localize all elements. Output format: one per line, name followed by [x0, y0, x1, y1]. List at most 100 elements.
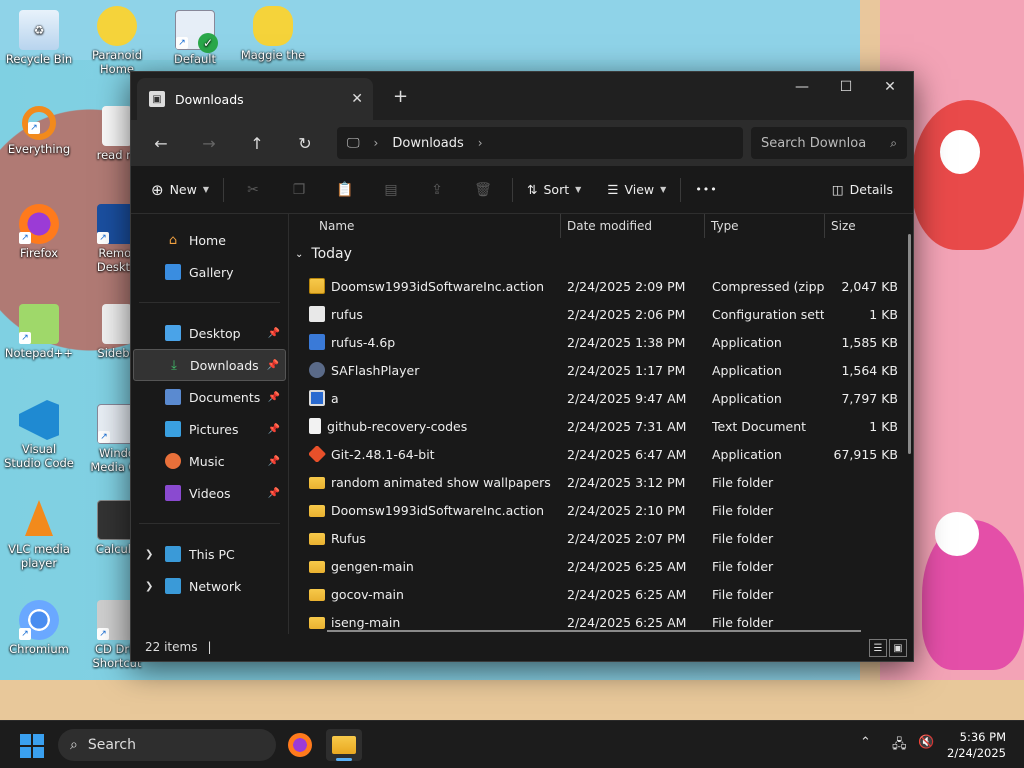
new-tab-button[interactable]: +: [393, 86, 408, 107]
config-file-icon: [309, 306, 325, 322]
view-button[interactable]: ☰ View ▼: [599, 174, 674, 206]
tab-downloads[interactable]: ▣ Downloads ✕: [137, 78, 373, 120]
view-list-icon: ☰: [607, 182, 619, 197]
file-row[interactable]: github-recovery-codes 2/24/2025 7:31 AM Te…: [289, 412, 904, 440]
desktop-icon-everything[interactable]: ↗ Everything: [2, 106, 76, 156]
desktop-icon-vlc[interactable]: VLC media player: [2, 500, 76, 570]
back-arrow-icon[interactable]: ←: [137, 127, 185, 159]
chevron-right-icon[interactable]: ❯: [145, 549, 153, 560]
nav-item-documents[interactable]: Documents 📌: [133, 381, 286, 413]
chevron-right-icon[interactable]: ›: [374, 136, 379, 150]
file-row[interactable]: SAFlashPlayer 2/24/2025 1:17 PM Applicatio…: [289, 356, 904, 384]
file-row[interactable]: gengen-main 2/24/2025 6:25 AM File folder: [289, 552, 904, 580]
file-name: rufus: [309, 306, 559, 322]
file-type: Application: [712, 334, 782, 350]
everything-search-icon: ↗: [22, 106, 56, 140]
desktop-icon-notepadpp[interactable]: ↗ Notepad++: [2, 304, 76, 360]
breadcrumb-downloads[interactable]: Downloads: [392, 136, 463, 151]
close-tab-icon[interactable]: ✕: [351, 91, 363, 107]
file-row[interactable]: Doomsw1993idSoftwareInc.action 2/24/2025 …: [289, 496, 904, 524]
folder-icon: [309, 477, 325, 489]
nav-item-network[interactable]: ❯ Network: [133, 570, 286, 602]
paste-icon[interactable]: 📋: [322, 174, 368, 206]
file-row[interactable]: a 2/24/2025 9:47 AM Application 7,797 KB: [289, 384, 904, 412]
git-app-icon: [309, 446, 327, 462]
system-clock[interactable]: 5:36 PM 2/24/2025: [947, 729, 1006, 761]
file-row[interactable]: Doomsw1993idSoftwareInc.action 2/24/2025 …: [289, 272, 904, 300]
minimize-button[interactable]: —: [779, 72, 825, 102]
delete-icon[interactable]: 🗑: [460, 174, 506, 206]
pin-icon[interactable]: 📌: [268, 328, 280, 339]
pin-icon[interactable]: 📌: [268, 392, 280, 403]
rename-icon[interactable]: ▤: [368, 174, 414, 206]
refresh-icon[interactable]: ↻: [281, 127, 329, 159]
nav-item-desktop[interactable]: Desktop 📌: [133, 317, 286, 349]
videos-icon: [165, 485, 181, 501]
folder-icon: [309, 533, 325, 545]
windows-start-icon[interactable]: [20, 734, 44, 758]
column-header-type[interactable]: Type: [705, 214, 825, 238]
group-header-today[interactable]: ⌄ Today: [295, 246, 352, 262]
column-header-date[interactable]: Date modified: [561, 214, 705, 238]
column-header-size[interactable]: Size: [825, 214, 905, 238]
chevron-up-icon[interactable]: ⌃: [860, 735, 871, 750]
pin-icon[interactable]: 📌: [268, 456, 280, 467]
file-date: 2/24/2025 2:07 PM: [567, 530, 686, 546]
desktop-icon-chromium[interactable]: ↗ Chromium: [2, 600, 76, 656]
vertical-scrollbar[interactable]: [908, 234, 911, 454]
cut-icon[interactable]: ✂: [230, 174, 276, 206]
nav-item-music[interactable]: Music 📌: [133, 445, 286, 477]
maximize-button[interactable]: ☐: [823, 72, 869, 102]
pin-icon[interactable]: 📌: [267, 360, 279, 371]
desktop-icon-default[interactable]: ✓ ↗ Default: [158, 10, 232, 66]
taskbar-file-explorer-icon[interactable]: [326, 729, 362, 761]
text-file-icon: [102, 106, 132, 146]
file-row[interactable]: gocov-main 2/24/2025 6:25 AM File folder: [289, 580, 904, 608]
file-row[interactable]: Rufus 2/24/2025 2:07 PM File folder: [289, 524, 904, 552]
new-button[interactable]: ⊕ New ▼: [143, 174, 217, 206]
desktop-icon-recycle-bin[interactable]: ♻ Recycle Bin: [2, 10, 76, 66]
search-input[interactable]: Search Downloa ⌕: [751, 127, 907, 159]
nav-item-home[interactable]: ⌂ Home: [133, 224, 286, 256]
more-options-button[interactable]: •••: [687, 174, 725, 206]
file-row[interactable]: rufus-4.6p 2/24/2025 1:38 PM Application 1,…: [289, 328, 904, 356]
horizontal-scrollbar[interactable]: [327, 630, 861, 632]
nav-item-videos[interactable]: Videos 📌: [133, 477, 286, 509]
file-row[interactable]: rufus 2/24/2025 2:06 PM Configuration sett…: [289, 300, 904, 328]
file-name: Doomsw1993idSoftwareInc.action: [309, 278, 559, 294]
sort-button[interactable]: ⇅ Sort ▼: [519, 174, 589, 206]
volume-muted-icon[interactable]: 🔇: [918, 735, 934, 750]
navigation-bar: ← → ↑ ↻ 🖵 › Downloads › Search Downloa ⌕: [131, 120, 913, 166]
chevron-right-icon[interactable]: ›: [478, 136, 483, 150]
taskbar-firefox-icon[interactable]: [282, 729, 318, 761]
share-icon[interactable]: ⇪: [414, 174, 460, 206]
nav-item-gallery[interactable]: Gallery: [133, 256, 286, 288]
column-header-name[interactable]: Name: [313, 214, 561, 238]
details-button[interactable]: ◫ Details: [824, 174, 901, 206]
nav-item-pictures[interactable]: Pictures 📌: [133, 413, 286, 445]
forward-arrow-icon[interactable]: →: [185, 127, 233, 159]
nav-item-downloads[interactable]: ⤓ Downloads 📌: [133, 349, 286, 381]
desktop-icon-vscode[interactable]: Visual Studio Code: [2, 400, 76, 470]
copy-icon[interactable]: ❐: [276, 174, 322, 206]
taskbar-search-box[interactable]: ⌕ Search: [58, 729, 276, 761]
details-view-icon[interactable]: ☰: [869, 639, 887, 657]
desktop-icon-firefox[interactable]: ↗ Firefox: [2, 204, 76, 260]
desktop-icon-paranoid-home[interactable]: Paranoid Home: [80, 6, 154, 76]
home-icon: ⌂: [168, 232, 178, 248]
shortcut-arrow-icon: ↗: [97, 232, 109, 244]
desktop-icon-maggie[interactable]: Maggie the: [236, 6, 310, 62]
up-arrow-icon[interactable]: ↑: [233, 127, 281, 159]
chevron-right-icon[interactable]: ❯: [145, 581, 153, 592]
nav-item-this-pc[interactable]: ❯ This PC: [133, 538, 286, 570]
file-row[interactable]: random animated show wallpapers 2/24/2025…: [289, 468, 904, 496]
file-row[interactable]: Git-2.48.1-64-bit 2/24/2025 6:47 AM Applic…: [289, 440, 904, 468]
large-icons-view-icon[interactable]: ▣: [889, 639, 907, 657]
pin-icon[interactable]: 📌: [268, 424, 280, 435]
network-status-icon[interactable]: 🖧: [892, 735, 907, 757]
file-name: SAFlashPlayer: [309, 362, 559, 378]
pin-icon[interactable]: 📌: [268, 488, 280, 499]
close-window-button[interactable]: ✕: [867, 72, 913, 102]
address-bar[interactable]: 🖵 › Downloads ›: [337, 127, 743, 159]
shortcut-arrow-icon: ↗: [97, 628, 109, 640]
